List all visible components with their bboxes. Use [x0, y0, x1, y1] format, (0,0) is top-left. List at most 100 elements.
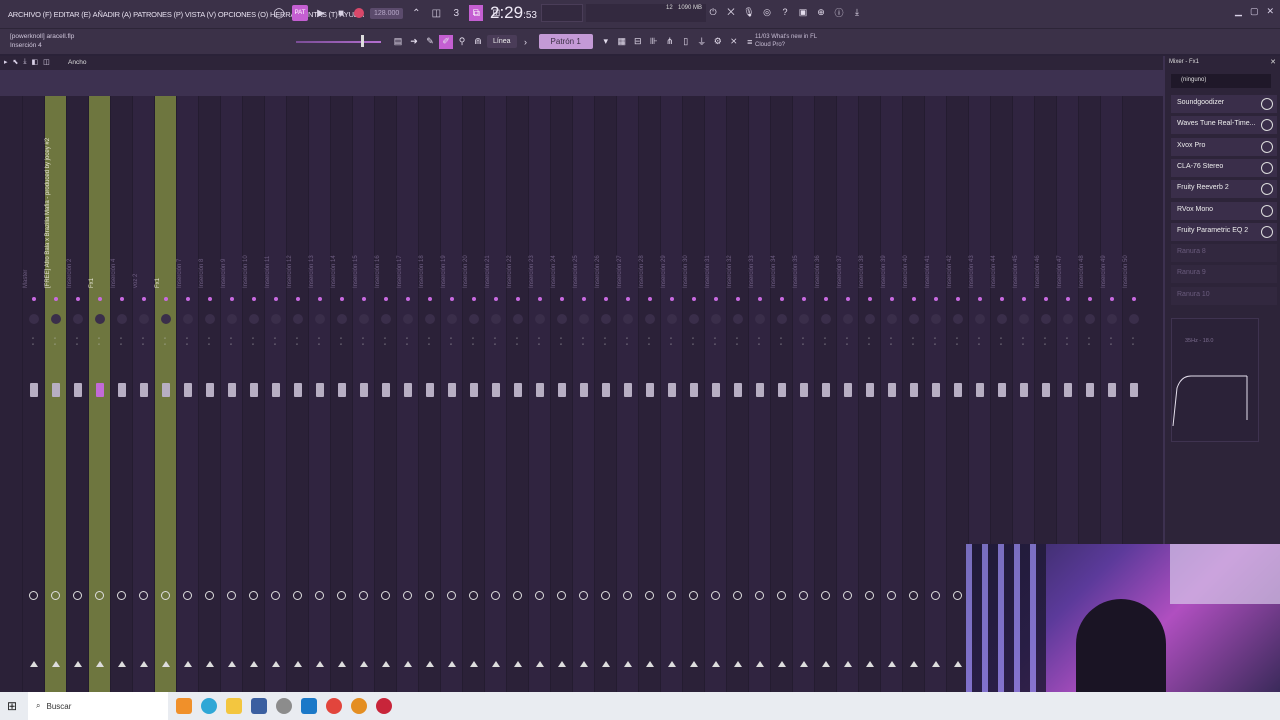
separation-icon[interactable]: ◦ ◦ — [428, 336, 432, 348]
separation-icon[interactable]: ◦ ◦ — [868, 336, 872, 348]
separation-icon[interactable]: ◦ ◦ — [230, 336, 234, 348]
route-arrow-icon[interactable] — [734, 661, 742, 667]
folder-icon[interactable] — [226, 698, 242, 714]
mixer-strip[interactable]: voz 2 ◦ ◦ — [132, 96, 154, 692]
route-arrow-icon[interactable] — [162, 661, 170, 667]
route-arrow-icon[interactable] — [404, 661, 412, 667]
pan-knob[interactable] — [623, 314, 633, 324]
volume-fader[interactable] — [470, 383, 478, 397]
route-knob[interactable] — [183, 591, 192, 600]
route-knob[interactable] — [403, 591, 412, 600]
route-knob[interactable] — [513, 591, 522, 600]
volume-fader[interactable] — [866, 383, 874, 397]
playlist-icon[interactable]: ▤ — [391, 35, 405, 49]
effect-slot[interactable]: Ranura 10 — [1171, 286, 1277, 305]
master-volume-slider[interactable] — [296, 41, 381, 43]
mixer-strip[interactable]: Inserción 23 ◦ ◦ — [528, 96, 550, 692]
volume-fader[interactable] — [998, 383, 1006, 397]
mixer-strip[interactable]: Inserción 30 ◦ ◦ — [682, 96, 704, 692]
route-arrow-icon[interactable] — [514, 661, 522, 667]
slot-mix-knob[interactable] — [1261, 183, 1273, 196]
volume-fader[interactable] — [228, 383, 236, 397]
volume-fader[interactable] — [844, 383, 852, 397]
separation-icon[interactable]: ◦ ◦ — [956, 336, 960, 348]
separation-icon[interactable]: ◦ ◦ — [1088, 336, 1092, 348]
play-button[interactable]: ▶ — [314, 5, 328, 21]
magnet-icon[interactable]: ⋒ — [471, 35, 485, 49]
snap-select[interactable]: Línea — [487, 35, 517, 48]
volume-fader[interactable] — [976, 383, 984, 397]
effect-slot[interactable]: Fruity Parametric EQ 2 — [1171, 222, 1277, 241]
mixer-strip[interactable]: Inserción 15 ◦ ◦ — [352, 96, 374, 692]
mixer-strip[interactable]: Inserción 10 ◦ ◦ — [242, 96, 264, 692]
chrome-icon[interactable] — [326, 698, 342, 714]
separation-icon[interactable]: ◦ ◦ — [1044, 336, 1048, 348]
route-knob[interactable] — [821, 591, 830, 600]
pan-knob[interactable] — [205, 314, 215, 324]
pan-knob[interactable] — [997, 314, 1007, 324]
route-knob[interactable] — [95, 591, 104, 600]
pan-knob[interactable] — [799, 314, 809, 324]
route-arrow-icon[interactable] — [866, 661, 874, 667]
volume-fader[interactable] — [888, 383, 896, 397]
volume-fader[interactable] — [756, 383, 764, 397]
route-arrow-icon[interactable] — [74, 661, 82, 667]
volume-fader[interactable] — [294, 383, 302, 397]
separation-icon[interactable]: ◦ ◦ — [846, 336, 850, 348]
volume-fader[interactable] — [822, 383, 830, 397]
pan-knob[interactable] — [447, 314, 457, 324]
pan-knob[interactable] — [821, 314, 831, 324]
slot-mix-knob[interactable] — [1261, 140, 1273, 153]
route-arrow-icon[interactable] — [910, 661, 918, 667]
separation-icon[interactable]: ◦ ◦ — [890, 336, 894, 348]
route-arrow-icon[interactable] — [558, 661, 566, 667]
pan-knob[interactable] — [139, 314, 149, 324]
separation-icon[interactable]: ◦ ◦ — [604, 336, 608, 348]
route-knob[interactable] — [799, 591, 808, 600]
volume-fader[interactable] — [800, 383, 808, 397]
mic-icon[interactable]: 🎙 — [742, 5, 756, 19]
news-panel[interactable]: 11/03 What's new in FL Cloud Pro? — [755, 33, 817, 49]
effect-slot[interactable]: Waves Tune Real-Time... — [1171, 116, 1277, 135]
effect-slot[interactable]: RVox Mono — [1171, 201, 1277, 220]
route-arrow-icon[interactable] — [426, 661, 434, 667]
mixer-strip[interactable]: Fx1 ◦ ◦ — [154, 96, 176, 692]
volume-fader[interactable] — [1086, 383, 1094, 397]
mixer-strip[interactable]: Inserción 26 ◦ ◦ — [594, 96, 616, 692]
layout-icon[interactable]: ◫ — [43, 58, 50, 66]
wait-icon[interactable]: ◫ — [429, 5, 443, 21]
separation-icon[interactable]: ◦ ◦ — [164, 336, 168, 348]
mixer-strip[interactable]: Fx1 ◦ ◦ — [88, 96, 110, 692]
route-arrow-icon[interactable] — [668, 661, 676, 667]
separation-icon[interactable]: ◦ ◦ — [912, 336, 916, 348]
countdown-icon[interactable]: 3 — [449, 5, 463, 21]
volume-fader[interactable] — [954, 383, 962, 397]
route-arrow-icon[interactable] — [690, 661, 698, 667]
separation-icon[interactable]: ◦ ◦ — [208, 336, 212, 348]
volume-fader[interactable] — [338, 383, 346, 397]
volume-fader[interactable] — [1108, 383, 1116, 397]
separation-icon[interactable]: ◦ ◦ — [538, 336, 542, 348]
route-knob[interactable] — [29, 591, 38, 600]
pan-knob[interactable] — [513, 314, 523, 324]
close-icon[interactable]: ✕ — [1266, 6, 1274, 17]
route-knob[interactable] — [733, 591, 742, 600]
separation-icon[interactable]: ◦ ◦ — [384, 336, 388, 348]
volume-fader[interactable] — [184, 383, 192, 397]
mixer-strip[interactable]: Inserción 16 ◦ ◦ — [374, 96, 396, 692]
piano-roll-icon[interactable]: ⊟ — [631, 35, 645, 49]
route-arrow-icon[interactable] — [624, 661, 632, 667]
pan-knob[interactable] — [667, 314, 677, 324]
route-arrow-icon[interactable] — [140, 661, 148, 667]
song-time-display[interactable]: 2:29:53 — [490, 3, 537, 23]
pan-knob[interactable] — [689, 314, 699, 324]
volume-fader[interactable] — [536, 383, 544, 397]
route-knob[interactable] — [865, 591, 874, 600]
volume-fader[interactable] — [448, 383, 456, 397]
pan-knob[interactable] — [1107, 314, 1117, 324]
volume-fader[interactable] — [206, 383, 214, 397]
route-knob[interactable] — [843, 591, 852, 600]
separation-icon[interactable]: ◦ ◦ — [54, 336, 58, 348]
fl-app-icon[interactable] — [351, 698, 367, 714]
route-arrow-icon[interactable] — [448, 661, 456, 667]
